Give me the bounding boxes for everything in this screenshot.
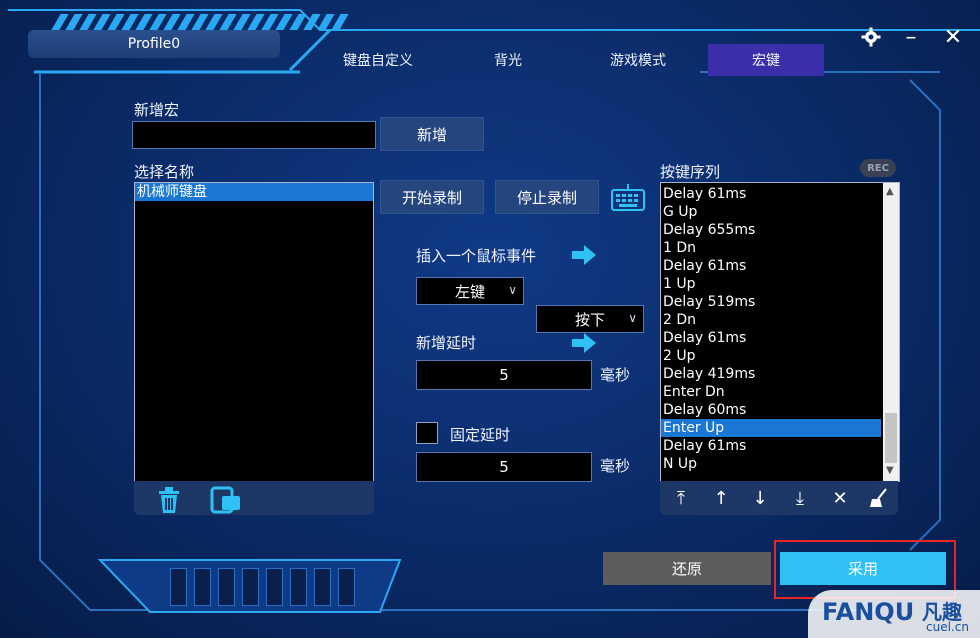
watermark-brand: FANQU bbox=[822, 598, 915, 626]
scroll-up-icon[interactable]: ▲ bbox=[886, 186, 894, 197]
mouse-button-select[interactable]: 左键 ∨ bbox=[416, 277, 524, 305]
add-delay-input[interactable]: 5 bbox=[416, 360, 592, 390]
new-macro-input[interactable] bbox=[132, 121, 376, 149]
tab-backlight[interactable]: 背光 bbox=[470, 44, 546, 76]
unit-label: 毫秒 bbox=[600, 366, 631, 384]
minimize-button[interactable]: – bbox=[898, 24, 924, 50]
chevron-down-icon: ∨ bbox=[508, 283, 517, 297]
sequence-item[interactable]: Delay 61ms bbox=[661, 329, 881, 347]
macro-name-list[interactable]: 机械师键盘 bbox=[134, 182, 374, 482]
keyboard-icon bbox=[610, 182, 646, 216]
close-button[interactable]: ✕ bbox=[940, 24, 966, 50]
unit-label: 毫秒 bbox=[600, 457, 631, 475]
scrollbar-thumb[interactable] bbox=[885, 413, 897, 463]
sequence-item[interactable]: Enter Dn bbox=[661, 383, 881, 401]
stop-record-button[interactable]: 停止录制 bbox=[495, 180, 599, 214]
sequence-items: Delay 61ms G Up Delay 655ms 1 Dn Delay 61ms 1… bbox=[661, 185, 881, 473]
sequence-item[interactable]: 1 Up bbox=[661, 275, 881, 293]
header-stripes bbox=[51, 14, 349, 30]
move-up-icon[interactable]: ↑ bbox=[708, 487, 734, 509]
fixed-delay-label: 固定延时 bbox=[450, 426, 511, 444]
delete-item-icon[interactable]: ✕ bbox=[827, 487, 853, 509]
trash-icon[interactable] bbox=[156, 486, 182, 518]
arrow-right-icon[interactable] bbox=[570, 332, 598, 358]
sequence-item[interactable]: Delay 61ms bbox=[661, 185, 881, 203]
sequence-item[interactable]: Delay 61ms bbox=[661, 257, 881, 275]
scrollbar[interactable]: ▲ ▼ bbox=[883, 183, 899, 481]
arrow-right-icon[interactable] bbox=[570, 244, 598, 270]
clear-all-icon[interactable] bbox=[866, 487, 892, 509]
gear-icon[interactable] bbox=[858, 24, 884, 50]
sequence-item[interactable]: G Up bbox=[661, 203, 881, 221]
tab-keyboard-custom[interactable]: 键盘自定义 bbox=[330, 44, 426, 76]
insert-mouse-event-label: 插入一个鼠标事件 bbox=[416, 247, 537, 265]
key-sequence-label: 按键序列 bbox=[660, 163, 721, 181]
add-delay-label: 新增延时 bbox=[416, 334, 477, 352]
watermark-site: cuel.cn bbox=[926, 620, 969, 634]
sequence-item[interactable]: Enter Up bbox=[661, 419, 881, 437]
add-macro-button[interactable]: 新增 bbox=[380, 117, 484, 151]
select-name-label: 选择名称 bbox=[134, 163, 195, 181]
key-sequence-list[interactable]: Delay 61ms G Up Delay 655ms 1 Dn Delay 61ms 1… bbox=[660, 182, 900, 482]
copy-icon[interactable] bbox=[210, 486, 244, 518]
mouse-button-value: 左键 bbox=[454, 282, 485, 301]
list-item[interactable]: 机械师键盘 bbox=[135, 183, 373, 201]
mouse-action-select[interactable]: 按下 ∨ bbox=[536, 305, 644, 333]
sequence-item[interactable]: N Up bbox=[661, 455, 881, 473]
sequence-item[interactable]: Delay 655ms bbox=[661, 221, 881, 239]
sequence-item[interactable]: Delay 519ms bbox=[661, 293, 881, 311]
bottom-bars-decoration bbox=[170, 568, 355, 606]
rec-badge: REC bbox=[860, 159, 896, 177]
mouse-action-value: 按下 bbox=[574, 310, 605, 329]
move-to-top-icon[interactable]: ⤒ bbox=[668, 487, 694, 509]
sequence-item[interactable]: 2 Up bbox=[661, 347, 881, 365]
restore-button[interactable]: 还原 bbox=[603, 552, 771, 585]
sequence-item[interactable]: 2 Dn bbox=[661, 311, 881, 329]
fixed-delay-input[interactable]: 5 bbox=[416, 452, 592, 482]
move-down-icon[interactable]: ↓ bbox=[747, 487, 773, 509]
fixed-delay-checkbox[interactable] bbox=[416, 422, 438, 444]
new-macro-label: 新增宏 bbox=[134, 101, 180, 119]
tab-macro[interactable]: 宏键 bbox=[708, 44, 824, 76]
sequence-item[interactable]: 1 Dn bbox=[661, 239, 881, 257]
sequence-item[interactable]: Delay 419ms bbox=[661, 365, 881, 383]
profile-selector[interactable]: Profile0 bbox=[28, 30, 280, 58]
tab-game-mode[interactable]: 游戏模式 bbox=[592, 44, 684, 76]
sequence-item[interactable]: Delay 60ms bbox=[661, 401, 881, 419]
start-record-button[interactable]: 开始录制 bbox=[380, 180, 484, 214]
sequence-item[interactable]: Delay 61ms bbox=[661, 437, 881, 455]
chevron-down-icon: ∨ bbox=[628, 311, 637, 325]
scroll-down-icon[interactable]: ▼ bbox=[886, 465, 894, 476]
move-to-bottom-icon[interactable]: ⤓ bbox=[787, 487, 813, 509]
apply-button[interactable]: 采用 bbox=[780, 552, 946, 585]
sequence-toolbar bbox=[660, 481, 898, 515]
